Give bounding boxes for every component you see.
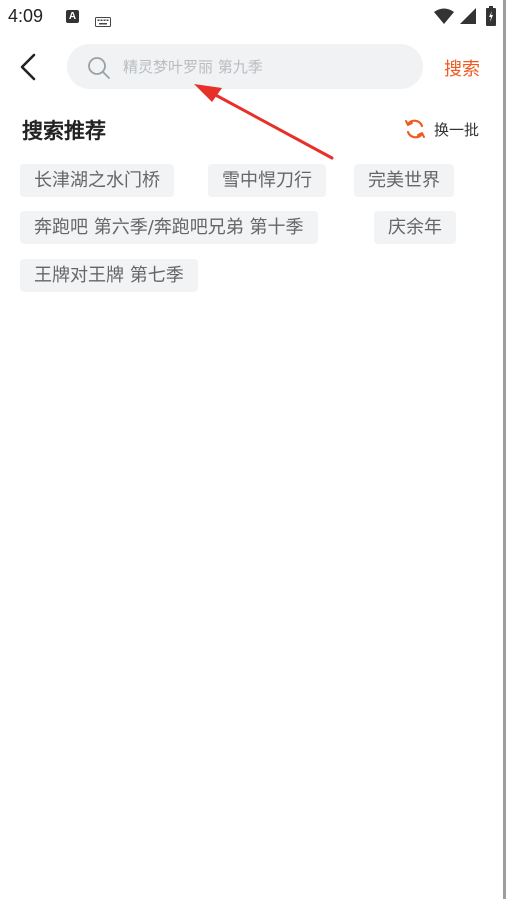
tag-item[interactable]: 奔跑吧 第六季/奔跑吧兄弟 第十季 [20, 211, 318, 244]
search-input[interactable] [123, 44, 403, 89]
search-box[interactable] [67, 44, 423, 89]
section-title: 搜索推荐 [22, 119, 106, 143]
wifi-icon [434, 8, 454, 28]
tag-item[interactable]: 雪中悍刀行 [208, 164, 326, 197]
signal-icon [460, 8, 476, 28]
keyboard-icon [95, 12, 111, 31]
a-icon: A [66, 10, 79, 23]
tag-item[interactable]: 庆余年 [374, 211, 456, 244]
tag-item[interactable]: 王牌对王牌 第七季 [20, 259, 198, 292]
refresh-icon [405, 119, 425, 139]
refresh-label: 换一批 [434, 120, 480, 139]
chevron-left-icon [20, 53, 36, 81]
status-bar: 4:09 A [0, 0, 506, 34]
app-screen: 4:09 A 精灵梦叶罗丽 第九季 搜索 搜索推荐 换一批 长津湖之水门桥 雪中… [0, 0, 506, 899]
refresh-button[interactable]: 换一批 [404, 117, 479, 141]
tag-item[interactable]: 长津湖之水门桥 [20, 164, 174, 197]
status-time: 4:09 [8, 6, 44, 26]
search-button[interactable]: 搜索 [444, 55, 480, 81]
tag-item[interactable]: 完美世界 [354, 164, 454, 197]
battery-icon [486, 6, 496, 30]
back-button[interactable] [14, 50, 46, 84]
search-icon [87, 56, 111, 84]
